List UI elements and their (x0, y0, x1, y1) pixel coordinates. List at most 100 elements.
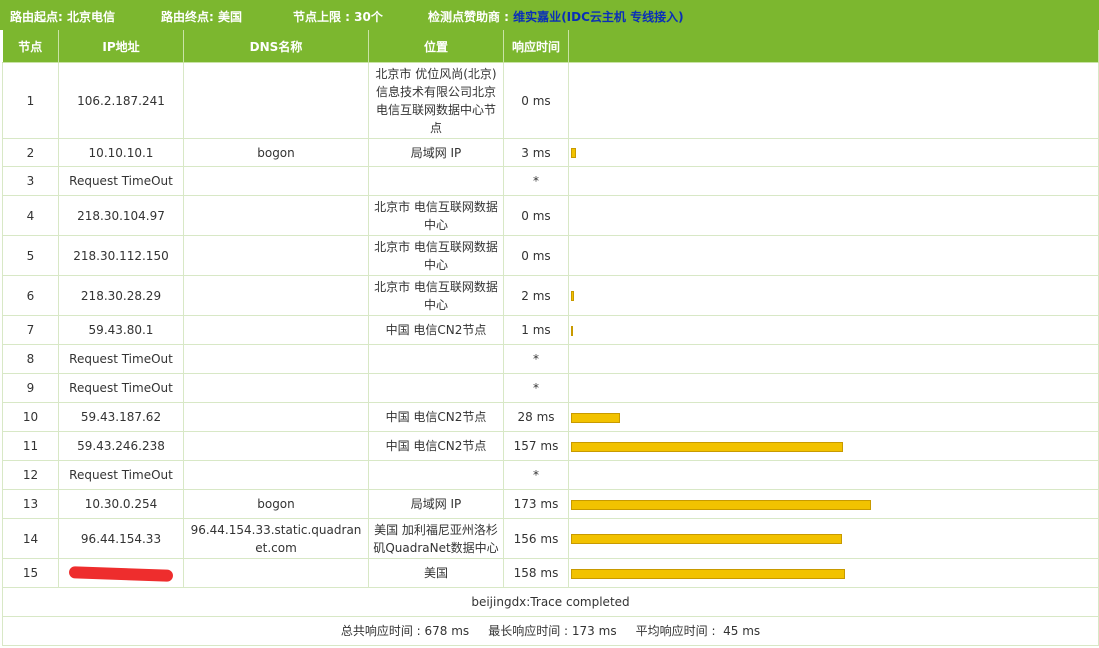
response-bar-cell (568, 431, 1099, 461)
node-cell: 14 (2, 518, 59, 559)
col-header-response: 响应时间 (503, 30, 569, 63)
location-cell (368, 460, 504, 490)
location-cell: 美国 (368, 558, 504, 588)
response-time-cell: 157 ms (503, 431, 569, 461)
response-time-cell: 156 ms (503, 518, 569, 559)
ip-cell: Request TimeOut (58, 460, 184, 490)
response-bar-cell (568, 315, 1099, 345)
trace-summary: 总共响应时间 : 678 ms 最长响应时间 : 173 ms 平均响应时间 :… (2, 616, 1099, 646)
response-time-cell: 158 ms (503, 558, 569, 588)
ip-cell: 10.10.10.1 (58, 138, 184, 167)
node-cell: 8 (2, 344, 59, 374)
node-cell: 15 (2, 558, 59, 588)
ip-cell: 59.43.187.62 (58, 402, 184, 432)
col-header-node: 节点 (2, 30, 59, 63)
sponsor-link-weishi[interactable]: 维实嘉业 (513, 10, 561, 24)
response-bar (571, 291, 574, 301)
response-bar-cell (568, 489, 1099, 519)
node-cell: 9 (2, 373, 59, 403)
sponsor-link-idc[interactable]: IDC云主机 (567, 10, 626, 24)
node-cell: 6 (2, 275, 59, 316)
dns-cell (183, 275, 369, 316)
ip-cell: Request TimeOut (58, 344, 184, 374)
redacted-mark (68, 565, 174, 582)
dns-cell (183, 373, 369, 403)
table-row: 10 59.43.187.62 中国 电信CN2节点 28 ms (2, 402, 1099, 432)
node-cell: 11 (2, 431, 59, 461)
node-cell: 2 (2, 138, 59, 167)
ip-cell: 96.44.154.33 (58, 518, 184, 559)
response-time-cell: 173 ms (503, 489, 569, 519)
response-bar-cell (568, 275, 1099, 316)
ip-cell: 218.30.28.29 (58, 275, 184, 316)
table-row: 12 Request TimeOut * (2, 460, 1099, 490)
table-row: 4 218.30.104.97 北京市 电信互联网数据中心 0 ms (2, 195, 1099, 236)
response-bar (571, 568, 845, 579)
sponsor-link-line[interactable]: 专线接入 (630, 10, 678, 24)
response-time-cell: * (503, 166, 569, 196)
response-time-cell: 28 ms (503, 402, 569, 432)
node-cell: 7 (2, 315, 59, 345)
dns-cell (183, 195, 369, 236)
table-row: 11 59.43.246.238 中国 电信CN2节点 157 ms (2, 431, 1099, 461)
response-bar-cell (568, 460, 1099, 490)
location-cell: 北京市 电信互联网数据中心 (368, 235, 504, 276)
response-time-cell: * (503, 344, 569, 374)
ip-cell: Request TimeOut (58, 373, 184, 403)
ip-cell: 218.30.104.97 (58, 195, 184, 236)
dns-cell (183, 315, 369, 345)
sponsor-label: 检测点赞助商 : (428, 10, 509, 24)
location-cell: 中国 电信CN2节点 (368, 402, 504, 432)
route-origin: 路由起点: 北京电信 (10, 10, 115, 24)
response-time-cell: 3 ms (503, 138, 569, 167)
response-time-cell: * (503, 373, 569, 403)
response-bar-cell (568, 62, 1099, 139)
location-cell: 北京市 电信互联网数据中心 (368, 195, 504, 236)
response-bar-cell (568, 402, 1099, 432)
response-time-cell: 0 ms (503, 195, 569, 236)
top-info-bar: 路由起点: 北京电信 路由终点: 美国 节点上限 : 30个 检测点赞助商 : … (0, 0, 1099, 30)
response-bar (571, 325, 573, 336)
table-row: 3 Request TimeOut * (2, 166, 1099, 196)
node-cell: 12 (2, 460, 59, 490)
response-bar-cell (568, 235, 1099, 276)
node-cell: 4 (2, 195, 59, 236)
sponsor-section: 检测点赞助商 : 维实嘉业(IDC云主机 专线接入) (428, 8, 684, 25)
response-bar-cell (568, 373, 1099, 403)
response-time-cell: * (503, 460, 569, 490)
dns-cell (183, 166, 369, 196)
dns-cell (183, 62, 369, 139)
table-row: 8 Request TimeOut * (2, 344, 1099, 374)
response-bar (571, 412, 620, 423)
response-bar-cell (568, 344, 1099, 374)
table-row: 15 美国 158 ms (2, 558, 1099, 588)
table-row: 9 Request TimeOut * (2, 373, 1099, 403)
col-header-bar (568, 30, 1099, 63)
dns-cell (183, 431, 369, 461)
footer-status-row: beijingdx:Trace completed (2, 587, 1099, 617)
ip-cell: 218.30.112.150 (58, 235, 184, 276)
ip-cell: Request TimeOut (58, 166, 184, 196)
response-bar-cell (568, 518, 1099, 559)
location-cell: 中国 电信CN2节点 (368, 431, 504, 461)
response-bar (571, 148, 576, 158)
dns-cell: 96.44.154.33.static.quadranet.com (183, 518, 369, 559)
table-row: 7 59.43.80.1 中国 电信CN2节点 1 ms (2, 315, 1099, 345)
node-limit: 节点上限 : 30个 (293, 10, 383, 24)
route-destination: 路由终点: 美国 (161, 10, 242, 24)
trace-header-row: 节点 IP地址 DNS名称 位置 响应时间 (2, 30, 1099, 63)
paren-close: ) (678, 10, 684, 24)
response-bar (571, 534, 842, 544)
table-row: 6 218.30.28.29 北京市 电信互联网数据中心 2 ms (2, 275, 1099, 316)
ip-cell: 106.2.187.241 (58, 62, 184, 139)
dns-cell: bogon (183, 489, 369, 519)
dns-cell (183, 344, 369, 374)
col-header-ip: IP地址 (58, 30, 184, 63)
dns-cell (183, 235, 369, 276)
response-time-cell: 0 ms (503, 62, 569, 139)
dns-cell (183, 402, 369, 432)
location-cell (368, 373, 504, 403)
location-cell (368, 166, 504, 196)
dns-cell: bogon (183, 138, 369, 167)
response-bar (571, 441, 843, 452)
